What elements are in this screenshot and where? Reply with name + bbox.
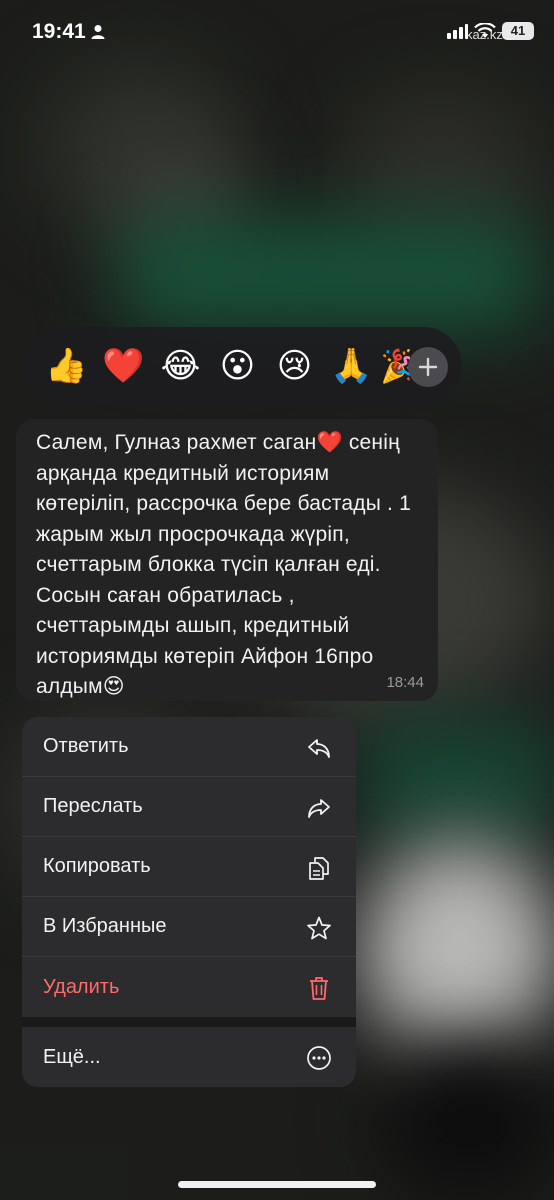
menu-item-delete[interactable]: Удалить — [22, 957, 356, 1017]
star-icon — [307, 916, 331, 940]
menu-item-label: Копировать — [43, 855, 151, 877]
menu-item-more[interactable]: Ещё... — [22, 1027, 356, 1087]
menu-divider — [22, 1017, 356, 1027]
reaction-thumbs-up[interactable]: 👍 — [38, 346, 95, 386]
context-menu: Ответить Переслать Копировать В Избранны… — [22, 717, 356, 1087]
menu-item-label: Переслать — [43, 795, 143, 817]
reply-icon — [308, 739, 330, 758]
message-bubble[interactable]: Салем, Гулназ рахмет саган❤️ сенің арқан… — [16, 419, 438, 701]
reaction-surprised[interactable]: 😮 — [209, 346, 266, 386]
add-reaction-button[interactable] — [408, 347, 448, 387]
status-time: 19:41 — [32, 20, 86, 43]
menu-item-label: Ответить — [43, 735, 129, 757]
menu-item-favorites[interactable]: В Избранные — [22, 897, 356, 957]
reaction-laugh[interactable]: 😂 — [152, 346, 209, 386]
reaction-bar: 👍 ❤️ 😂 😮 😢 🙏 🎉 — [24, 327, 462, 405]
message-text: Салем, Гулназ рахмет саган❤️ сенің арқан… — [36, 431, 411, 698]
reaction-heart[interactable]: ❤️ — [95, 346, 152, 386]
menu-item-forward[interactable]: Переслать — [22, 777, 356, 837]
more-icon — [307, 1046, 331, 1070]
home-indicator[interactable] — [178, 1181, 376, 1188]
watermark: kaz.kz — [466, 27, 503, 42]
battery-level: 41 — [510, 23, 526, 38]
menu-item-copy[interactable]: Копировать — [22, 837, 356, 897]
forward-icon — [308, 799, 330, 818]
menu-item-label: Ещё... — [43, 1045, 101, 1068]
reaction-pray[interactable]: 🙏 — [323, 346, 380, 386]
menu-item-label: Удалить — [43, 975, 120, 998]
reaction-party[interactable]: 🎉 — [380, 346, 410, 386]
battery-icon: 41 — [502, 22, 534, 40]
person-icon — [91, 25, 105, 39]
signal-icon — [447, 24, 468, 39]
status-bar: 19:41 41 kaz.kz — [0, 0, 554, 66]
reaction-crying[interactable]: 😢 — [266, 346, 323, 386]
menu-item-label: В Избранные — [43, 915, 167, 937]
message-time: 18:44 — [386, 674, 424, 691]
copy-icon — [309, 857, 329, 880]
plus-icon — [418, 357, 438, 377]
trash-icon — [310, 977, 328, 1000]
menu-item-reply[interactable]: Ответить — [22, 717, 356, 777]
